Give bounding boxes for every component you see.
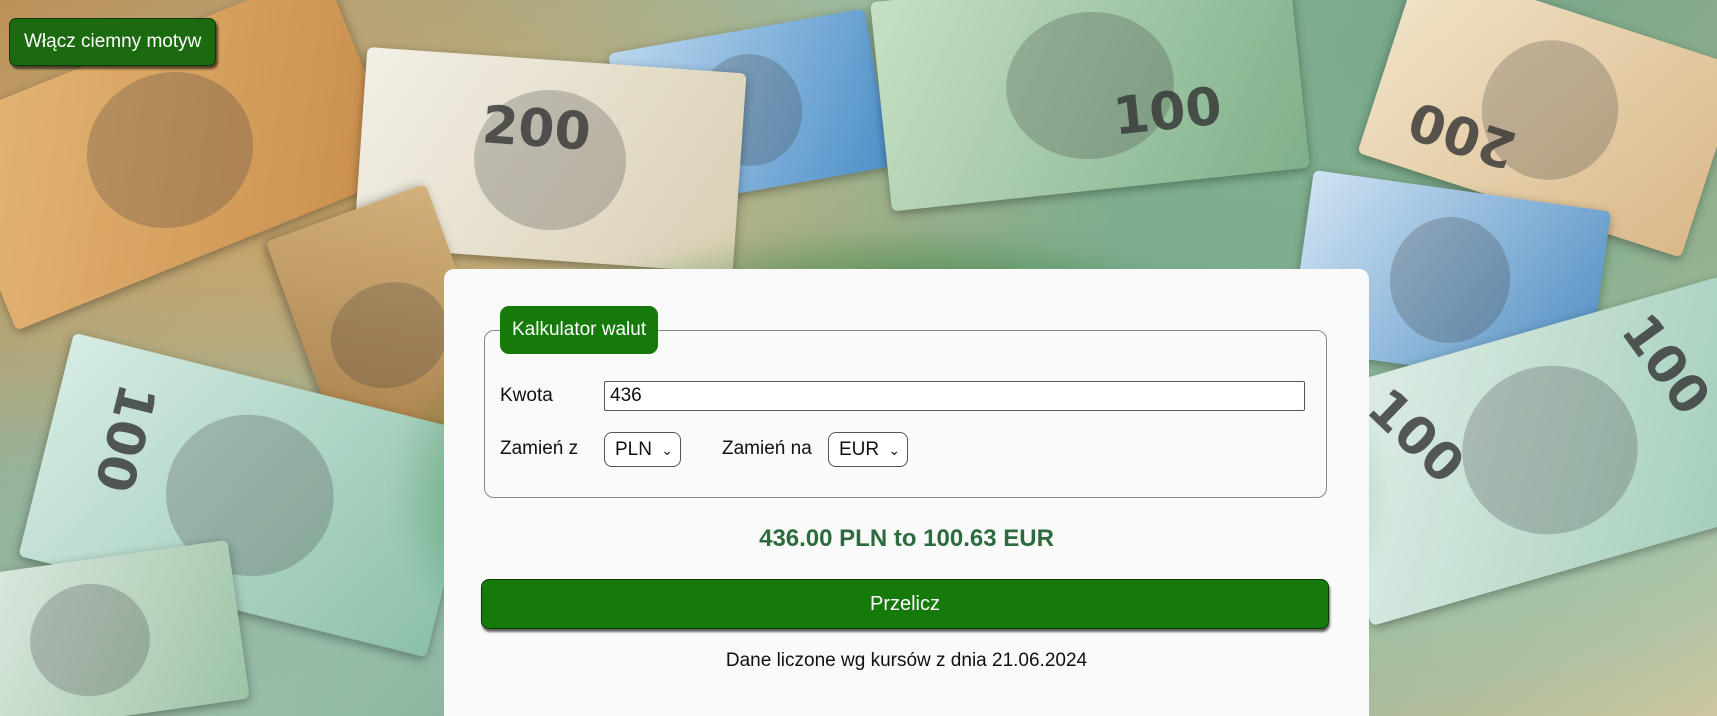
conversion-result: 436.00 PLN to 100.63 EUR	[759, 525, 1054, 552]
rates-date-note: Dane liczone wg kursów z dnia 21.06.2024	[725, 650, 1088, 671]
banknote-denomination: 200	[480, 95, 593, 163]
banknote-denomination: 200	[1401, 88, 1524, 180]
banknote-denomination: 100	[82, 377, 167, 498]
to-currency-value: EUR	[839, 439, 880, 460]
dark-theme-toggle-button[interactable]: Włącz ciemny motyw	[9, 18, 217, 66]
calculator-legend: Kalkulator walut	[500, 306, 659, 354]
amount-label: Kwota	[500, 385, 553, 406]
to-currency-select[interactable]: EUR ⌄	[828, 432, 909, 467]
to-currency-label: Zamień na	[722, 438, 812, 459]
calculate-button[interactable]: Przelicz	[481, 579, 1329, 629]
from-currency-value: PLN	[615, 439, 652, 460]
chevron-down-icon: ⌄	[661, 442, 673, 458]
amount-input[interactable]	[604, 381, 1305, 411]
banknote-image	[0, 539, 250, 716]
calculator-card: Kalkulator walut Kwota Zamień z PLN ⌄ Za…	[444, 269, 1369, 716]
banknote-image: 100	[870, 0, 1310, 212]
calculator-fieldset: Kalkulator walut Kwota Zamień z PLN ⌄ Za…	[484, 306, 1327, 498]
from-currency-select[interactable]: PLN ⌄	[604, 432, 681, 467]
banknote-denomination: 100	[1609, 303, 1717, 427]
from-currency-label: Zamień z	[500, 438, 579, 459]
chevron-down-icon: ⌄	[888, 442, 901, 458]
banknote-denomination: 100	[1110, 76, 1225, 148]
